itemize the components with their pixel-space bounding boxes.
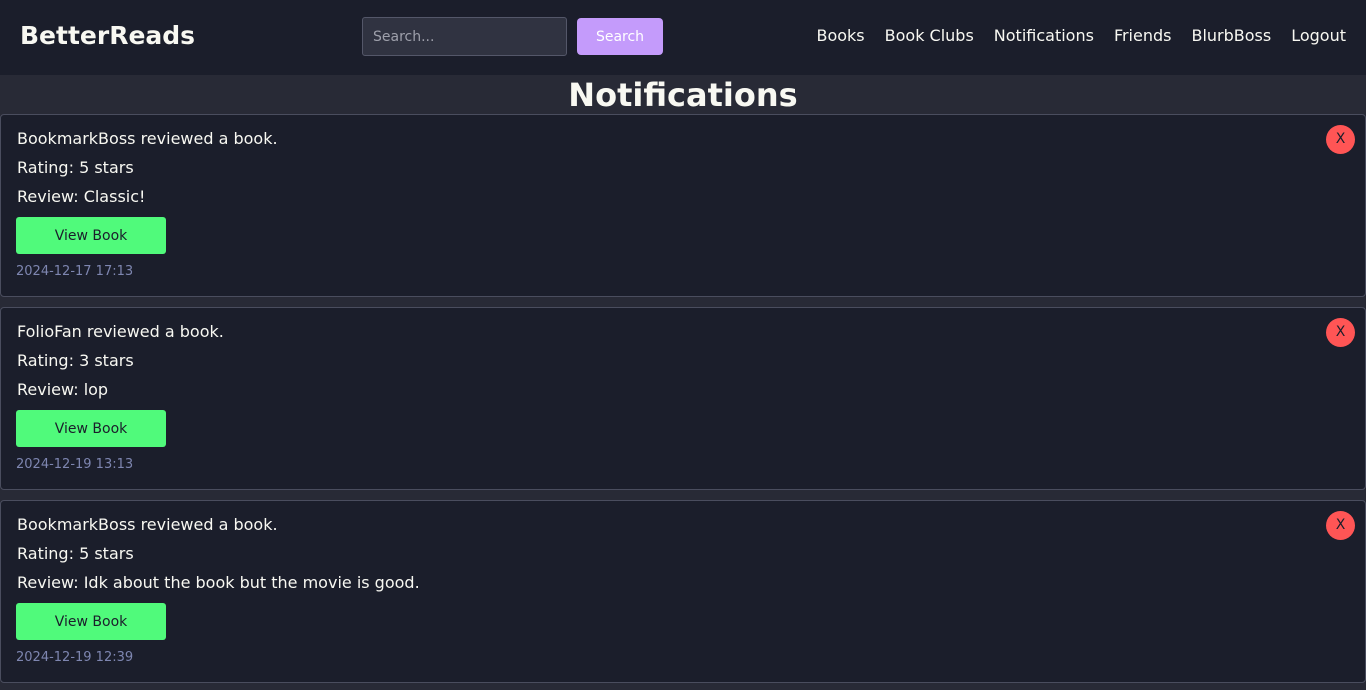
nav-link-logout[interactable]: Logout [1291,25,1346,47]
notification-rating: Rating: 3 stars [17,351,134,370]
notification-message: BookmarkBoss reviewed a book. [17,129,278,148]
dismiss-notification-button[interactable]: X [1326,318,1355,347]
notification-review: Review: Classic! [17,187,146,206]
nav-link-friends[interactable]: Friends [1114,25,1172,47]
notification-rating: Rating: 5 stars [17,544,134,563]
nav-link-blurbboss[interactable]: BlurbBoss [1191,25,1271,47]
nav-link-book-clubs[interactable]: Book Clubs [885,25,974,47]
notification-review: Review: Idk about the book but the movie… [17,573,420,592]
dismiss-notification-button[interactable]: X [1326,125,1355,154]
page-title: Notifications [568,76,798,114]
nav-link-books[interactable]: Books [816,25,864,47]
search-input[interactable] [362,17,567,56]
nav-link-notifications[interactable]: Notifications [994,25,1094,47]
search-button[interactable]: Search [577,18,663,55]
brand-logo[interactable]: BetterReads [20,20,195,52]
notification-card: BookmarkBoss reviewed a book. Rating: 5 … [0,500,1366,683]
notification-review: Review: lop [17,380,109,399]
view-book-button[interactable]: View Book [16,217,166,254]
notification-rating: Rating: 5 stars [17,158,134,177]
notification-timestamp: 2024-12-19 12:39 [16,650,134,665]
notification-timestamp: 2024-12-19 13:13 [16,457,134,472]
notification-message: BookmarkBoss reviewed a book. [17,515,278,534]
nav-links: Books Book Clubs Notifications Friends B… [816,25,1346,47]
notification-message: FolioFan reviewed a book. [17,322,224,341]
notification-card: BookmarkBoss reviewed a book. Rating: 5 … [0,114,1366,297]
notification-card: FolioFan reviewed a book. Rating: 3 star… [0,307,1366,490]
dismiss-notification-button[interactable]: X [1326,511,1355,540]
view-book-button[interactable]: View Book [16,603,166,640]
view-book-button[interactable]: View Book [16,410,166,447]
top-navbar: BetterReads Search Books Book Clubs Noti… [0,0,1366,75]
notification-timestamp: 2024-12-17 17:13 [16,264,134,279]
